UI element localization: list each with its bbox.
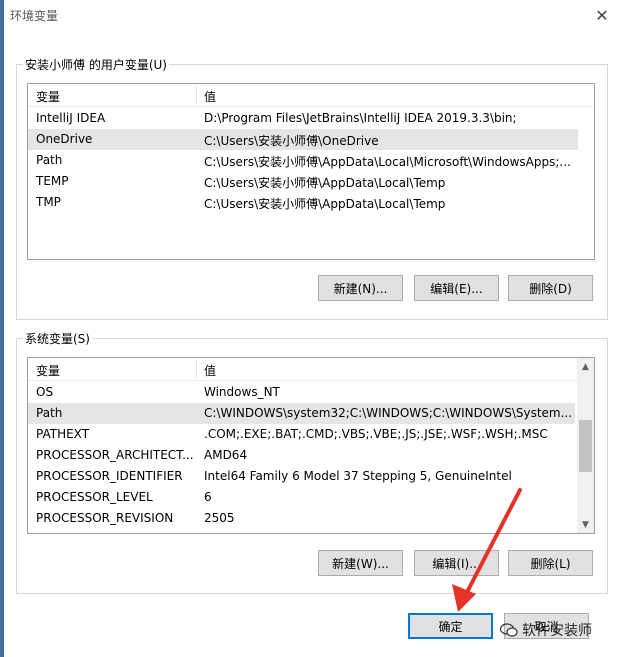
- env-vars-dialog: 环境变量 ✕ 安装小师傅 的用户变量(U) 变量 值 IntelliJ IDEA…: [4, 0, 618, 657]
- variable-value: .COM;.EXE;.BAT;.CMD;.VBS;.VBE;.JS;.JSE;.…: [204, 427, 548, 441]
- list-item[interactable]: TMP C:\Users\安装小师傅\AppData\Local\Temp: [28, 192, 578, 213]
- column-separator[interactable]: [196, 360, 197, 378]
- list-item[interactable]: OS Windows_NT: [28, 382, 575, 403]
- user-edit-button[interactable]: 编辑(E)...: [414, 275, 499, 301]
- scrollbar-thumb[interactable]: [579, 420, 592, 472]
- variable-value: C:\Users\安装小师傅\AppData\Local\Microsoft\W…: [204, 155, 571, 169]
- list-item[interactable]: Path C:\Users\安装小师傅\AppData\Local\Microso…: [28, 150, 578, 171]
- close-icon: ✕: [595, 5, 609, 25]
- watermark: 软件安装师: [500, 620, 592, 640]
- variable-value: AMD64: [204, 448, 248, 462]
- variable-value: 6: [204, 490, 212, 504]
- list-item[interactable]: PROCESSOR_ARCHITECT... AMD64: [28, 445, 575, 466]
- variable-name: Path: [36, 406, 63, 420]
- col-header-value[interactable]: 值: [204, 362, 216, 379]
- column-separator[interactable]: [196, 86, 197, 104]
- system-edit-button[interactable]: 编辑(I)...: [414, 550, 499, 576]
- list-item[interactable]: Path C:\WINDOWS\system32;C:\WINDOWS;C:\WI…: [28, 403, 575, 424]
- system-vars-title: 系统变量(S): [23, 330, 92, 347]
- variable-name: Path: [36, 153, 63, 167]
- variable-value: C:\Users\安装小师傅\AppData\Local\Temp: [204, 197, 446, 211]
- user-vars-header: 变量 值: [28, 84, 594, 107]
- variable-name: PROCESSOR_IDENTIFIER: [36, 469, 183, 483]
- variable-value: Intel64 Family 6 Model 37 Stepping 5, Ge…: [204, 469, 512, 483]
- title-bar: 环境变量 ✕: [4, 0, 618, 30]
- variable-value: C:\WINDOWS\system32;C:\WINDOWS;C:\WINDOW…: [204, 406, 573, 420]
- col-header-variable[interactable]: 变量: [36, 88, 60, 105]
- list-item[interactable]: PROCESSOR_REVISION 2505: [28, 508, 575, 529]
- scroll-down-icon[interactable]: ▼: [577, 516, 594, 533]
- dialog-title: 环境变量: [10, 9, 59, 23]
- variable-name: PROCESSOR_ARCHITECT...: [36, 448, 194, 462]
- variable-value: C:\Users\安装小师傅\OneDrive: [204, 134, 379, 148]
- list-item[interactable]: TEMP C:\Users\安装小师傅\AppData\Local\Temp: [28, 171, 578, 192]
- col-header-value[interactable]: 值: [204, 88, 216, 105]
- user-vars-list[interactable]: 变量 值 IntelliJ IDEA D:\Program Files\JetBr…: [27, 83, 595, 260]
- variable-name: OneDrive: [36, 132, 93, 146]
- variable-name: TEMP: [36, 174, 69, 188]
- col-header-variable[interactable]: 变量: [36, 362, 60, 379]
- watermark-text: 软件安装师: [522, 623, 592, 639]
- wechat-icon: [500, 623, 518, 637]
- variable-value: Windows_NT: [204, 385, 280, 399]
- variable-name: IntelliJ IDEA: [36, 111, 106, 125]
- user-new-button[interactable]: 新建(N)...: [318, 275, 403, 301]
- variable-value: C:\Users\安装小师傅\AppData\Local\Temp: [204, 176, 446, 190]
- system-vars-scrollbar[interactable]: ▲ ▼: [577, 358, 594, 533]
- variable-name: PATHEXT: [36, 427, 90, 441]
- close-button[interactable]: ✕: [586, 0, 618, 30]
- variable-name: PROCESSOR_REVISION: [36, 511, 174, 525]
- list-item[interactable]: IntelliJ IDEA D:\Program Files\JetBrains\…: [28, 108, 578, 129]
- variable-name: TMP: [36, 195, 61, 209]
- list-item[interactable]: PATHEXT .COM;.EXE;.BAT;.CMD;.VBS;.VBE;.JS…: [28, 424, 575, 445]
- system-delete-button[interactable]: 删除(L): [508, 550, 593, 576]
- system-vars-header: 变量 值: [28, 358, 577, 381]
- user-delete-button[interactable]: 删除(D): [508, 275, 593, 301]
- variable-value: D:\Program Files\JetBrains\IntelliJ IDEA…: [204, 111, 517, 125]
- list-item[interactable]: PROCESSOR_IDENTIFIER Intel64 Family 6 Mod…: [28, 466, 575, 487]
- list-item[interactable]: OneDrive C:\Users\安装小师傅\OneDrive: [28, 129, 578, 150]
- list-item[interactable]: PROCESSOR_LEVEL 6: [28, 487, 575, 508]
- variable-name: PROCESSOR_LEVEL: [36, 490, 153, 504]
- user-vars-title: 安装小师傅 的用户变量(U): [23, 56, 169, 73]
- system-new-button[interactable]: 新建(W)...: [318, 550, 403, 576]
- system-vars-list[interactable]: 变量 值 OS Windows_NT Path C:\WINDOWS\system32…: [27, 357, 595, 534]
- variable-value: 2505: [204, 511, 235, 525]
- scroll-up-icon[interactable]: ▲: [577, 358, 594, 375]
- ok-button[interactable]: 确定: [408, 613, 493, 639]
- variable-name: OS: [36, 385, 54, 399]
